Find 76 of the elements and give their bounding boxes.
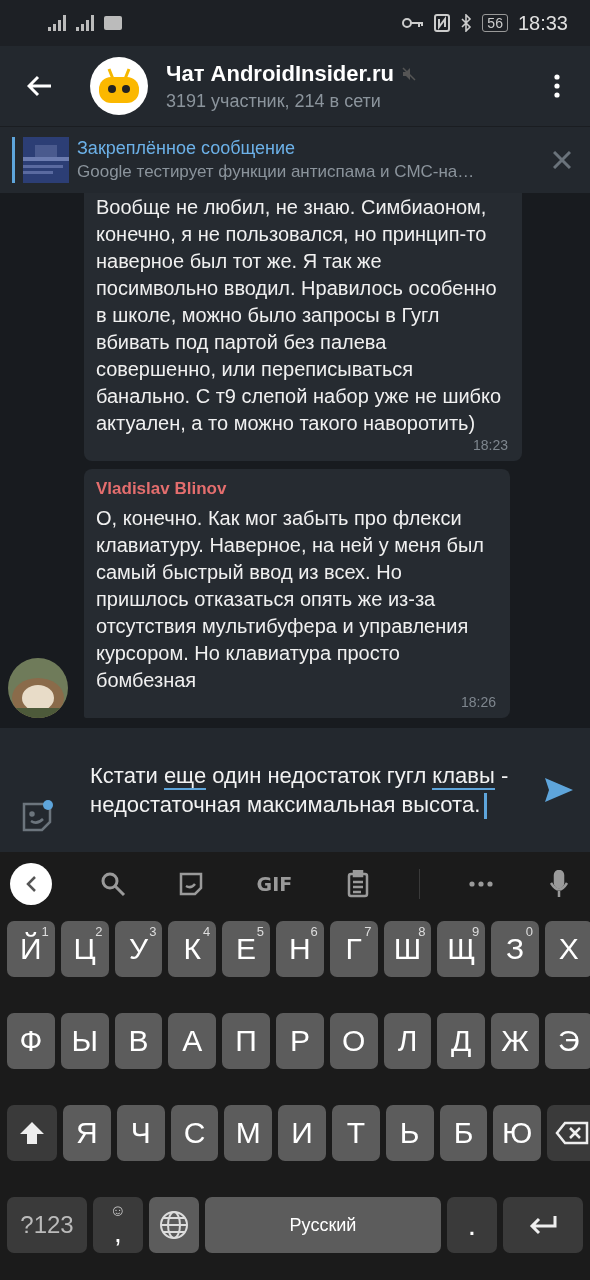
user-avatar — [8, 658, 68, 718]
period-key[interactable]: . — [447, 1197, 497, 1253]
gif-button[interactable]: GIF — [252, 866, 297, 901]
pinned-preview: Google тестирует функции антиспама и СМС-на… — [77, 162, 476, 182]
send-icon — [544, 777, 574, 803]
microphone-icon — [549, 869, 569, 898]
keyboard-key[interactable]: Х — [544, 921, 590, 977]
nfc-icon — [434, 14, 451, 32]
key-hint: 4 — [202, 924, 211, 939]
keyboard-key[interactable]: Б — [439, 1105, 488, 1161]
key-hint: 5 — [256, 924, 264, 939]
battery-indicator: 56 — [482, 14, 508, 32]
keyboard-key[interactable]: Д — [437, 1013, 486, 1069]
symbols-key[interactable]: ?123 — [7, 1197, 87, 1253]
message-time: 18:26 — [460, 694, 496, 710]
enter-key[interactable] — [503, 1197, 583, 1253]
backspace-key[interactable] — [547, 1105, 590, 1161]
keyboard-key[interactable]: С — [170, 1105, 219, 1161]
signal-icon — [48, 15, 66, 31]
keyboard-key[interactable]: Ф — [7, 1013, 55, 1069]
shift-icon — [18, 1120, 46, 1146]
chevron-left-icon — [25, 874, 37, 893]
signal-icon — [76, 15, 94, 31]
keyboard-key[interactable]: П — [222, 1013, 270, 1069]
keyboard-key[interactable]: Ч — [116, 1105, 165, 1161]
keyboard-key[interactable]: В — [114, 1013, 163, 1069]
key-hint: 1 — [41, 924, 49, 939]
globe-icon — [159, 1210, 189, 1240]
keyboard-key[interactable]: Ь — [385, 1105, 434, 1161]
keyboard-key[interactable]: Ю — [493, 1105, 542, 1161]
message-text: О, конечно. Как мог забыть про флекси клавиатуру. Наверное, на ней у меня был самый быстрый ввод из всех. Но пришлось отказаться опять же из-за отсутствия мультибуфера и управления курсором. Но клавиатура просто бомбезная — [96, 506, 486, 693]
keyboard-icon — [104, 16, 122, 30]
collapse-button[interactable] — [10, 862, 52, 905]
more-icon — [468, 880, 493, 887]
more-icon — [554, 74, 560, 98]
search-icon — [100, 870, 127, 897]
pinned-title: Закреплённое сообщение — [77, 138, 297, 159]
message-time: 18:23 — [472, 437, 508, 453]
key-hint: 9 — [471, 924, 480, 939]
keyboard-key[interactable]: М — [224, 1105, 273, 1161]
robot-logo-icon — [97, 67, 141, 105]
shift-key[interactable] — [7, 1105, 57, 1161]
keyboard-key[interactable]: О — [329, 1013, 378, 1069]
comma-key[interactable]: ☺ , — [93, 1197, 143, 1253]
key-hint: 8 — [418, 924, 426, 939]
keyboard-key[interactable]: Ы — [60, 1013, 109, 1069]
member-count: 3191 участник, 214 в сети — [166, 90, 382, 112]
message-text: Вообще не любил, не знаю. Симбиаоном, конечно, я не пользовался, но принцип-то наверное был тот же. Я так же посимвольно вводил. Нравилось особенно в школе, можно было запросы в Гугл вбивать под партой без палева совершенно, или переписываться банально. С т9 слепой набор уже не шибко актуален, а то можно такого наворотить) — [96, 195, 503, 436]
sender-name: Vladislav Blinov — [96, 479, 228, 499]
keyboard-key[interactable]: Я — [63, 1105, 111, 1161]
keyboard-key[interactable]: Ж — [491, 1013, 539, 1069]
back-arrow-icon — [27, 75, 53, 97]
clock-time: 18:33 — [517, 11, 568, 35]
chat-title: Чат AndroidInsider.ru — [166, 60, 394, 87]
sticker-icon — [20, 800, 54, 834]
language-key[interactable] — [149, 1197, 199, 1253]
close-icon — [553, 151, 571, 169]
bluetooth-icon — [460, 14, 473, 32]
key-hint: 2 — [95, 924, 103, 939]
enter-icon — [528, 1214, 558, 1236]
keyboard-key[interactable]: Р — [276, 1013, 324, 1069]
key-icon — [402, 17, 425, 29]
sticker-button[interactable] — [20, 800, 54, 834]
space-key[interactable]: Русский — [205, 1197, 441, 1253]
backspace-icon — [555, 1121, 590, 1145]
keyboard-key[interactable]: И — [278, 1105, 326, 1161]
key-hint: 6 — [310, 924, 318, 939]
key-hint: 7 — [364, 924, 372, 939]
sticker-icon — [179, 871, 204, 896]
clipboard-icon — [346, 869, 369, 898]
keyboard-key[interactable]: А — [168, 1013, 217, 1069]
keyboard-key[interactable]: Т — [332, 1105, 380, 1161]
key-hint: 3 — [149, 924, 157, 939]
keyboard-key[interactable]: Э — [544, 1013, 590, 1069]
keyboard-key[interactable]: Л — [383, 1013, 432, 1069]
key-hint: 0 — [525, 924, 533, 939]
